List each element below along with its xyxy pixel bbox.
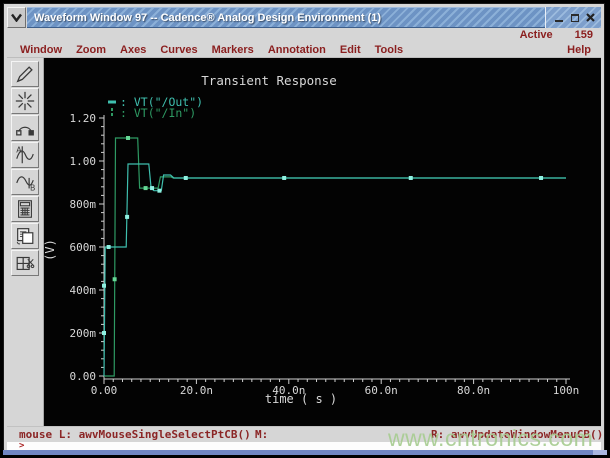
subwindow-cut-icon[interactable] (11, 250, 39, 276)
data-point-marker (408, 175, 413, 180)
menu-tools[interactable]: Tools (368, 44, 411, 56)
y-tick-label: 400m (70, 284, 97, 297)
y-tick-label: 1.00 (70, 155, 97, 168)
data-point-marker (282, 175, 287, 180)
chevron-down-icon (11, 13, 22, 22)
x-axis-label: time ( s ) (265, 392, 337, 406)
active-label: Active (519, 29, 553, 41)
x-tick-label: 20.0n (180, 384, 213, 397)
data-point-marker (183, 175, 188, 180)
main-area: A B Transient Response 0.00 20.0n 40.0n … (7, 57, 601, 426)
data-point-marker (143, 186, 148, 191)
x-tick-label: 0.00 (91, 384, 118, 397)
menubar: Window Zoom Axes Curves Markers Annotati… (7, 42, 601, 57)
status-mouse-middle: M: (255, 428, 269, 441)
svg-text:B: B (30, 184, 35, 193)
menu-help[interactable]: Help (560, 44, 601, 56)
data-point-marker (126, 135, 131, 140)
y-tick-label: 600m (70, 241, 97, 254)
x-tick-label: 100n (553, 384, 580, 397)
x-tick-label: 60.0n (365, 384, 398, 397)
pen-annotate-icon[interactable] (11, 61, 39, 87)
status-mouse-left: mouse L: awvMouseSingleSelectPtCB() (19, 428, 251, 441)
menu-zoom[interactable]: Zoom (69, 44, 113, 56)
data-point-marker (125, 214, 130, 219)
trace-vtin (104, 137, 566, 377)
x-tick-label: 80.0n (457, 384, 490, 397)
menu-annotation[interactable]: Annotation (261, 44, 333, 56)
arc-tool-icon[interactable] (11, 115, 39, 141)
wave-cursor-a-icon[interactable]: A (11, 142, 39, 168)
close-icon (586, 13, 595, 22)
data-point-marker (150, 186, 155, 191)
left-toolbar: A B (7, 58, 44, 426)
waveform-plot[interactable]: Transient Response0.00 20.0n 40.0n 60.0n 80.… (44, 58, 604, 431)
menu-edit[interactable]: Edit (333, 44, 368, 56)
data-point-marker (102, 331, 106, 335)
active-count: 159 (574, 29, 593, 41)
menu-axes[interactable]: Axes (113, 44, 153, 56)
data-point-marker (539, 175, 544, 180)
minimize-icon (554, 19, 563, 22)
legend-label: : VT("/In") (120, 106, 196, 120)
window-title: Waveform Window 97 -- Cadence® Analog De… (34, 11, 382, 24)
data-point-marker (157, 188, 162, 193)
waveform-window: Waveform Window 97 -- Cadence® Analog De… (3, 3, 605, 452)
y-tick-label: 0.00 (70, 370, 97, 383)
copy-window-icon[interactable] (11, 223, 39, 249)
maximize-icon (570, 13, 579, 22)
active-status-row: Active 159 (7, 28, 601, 42)
close-button[interactable] (584, 11, 597, 24)
resize-corner[interactable] (593, 450, 607, 455)
maximize-button[interactable] (568, 11, 581, 24)
data-point-marker (106, 245, 111, 249)
plot-title: Transient Response (201, 73, 336, 88)
plot-area: Transient Response 0.00 20.0n 40.0n 60.0n 80.… (44, 58, 601, 426)
minimize-button[interactable] (552, 11, 565, 24)
y-tick-label: 200m (70, 327, 97, 340)
window-controls (545, 7, 601, 28)
titlebar-stripes[interactable]: Waveform Window 97 -- Cadence® Analog De… (27, 7, 545, 28)
y-tick-label: 800m (70, 198, 97, 211)
desktop-background: Waveform Window 97 -- Cadence® Analog De… (0, 0, 610, 458)
trace-vtout (103, 163, 566, 377)
data-point-marker (112, 277, 117, 282)
axes-lines (103, 115, 570, 380)
zoom-star-icon[interactable] (11, 88, 39, 114)
calculator-icon[interactable] (11, 196, 39, 222)
window-menu-button[interactable] (7, 7, 26, 28)
menu-curves[interactable]: Curves (153, 44, 204, 56)
titlebar: Waveform Window 97 -- Cadence® Analog De… (7, 7, 601, 28)
watermark: www.cntronics.com (388, 425, 594, 451)
data-point-marker (102, 283, 106, 288)
y-axis-label: (V) (44, 239, 57, 261)
y-tick-label: 1.20 (70, 112, 97, 125)
wave-cursor-b-icon[interactable]: B (11, 169, 39, 195)
menu-window[interactable]: Window (13, 44, 69, 56)
menu-markers[interactable]: Markers (205, 44, 261, 56)
